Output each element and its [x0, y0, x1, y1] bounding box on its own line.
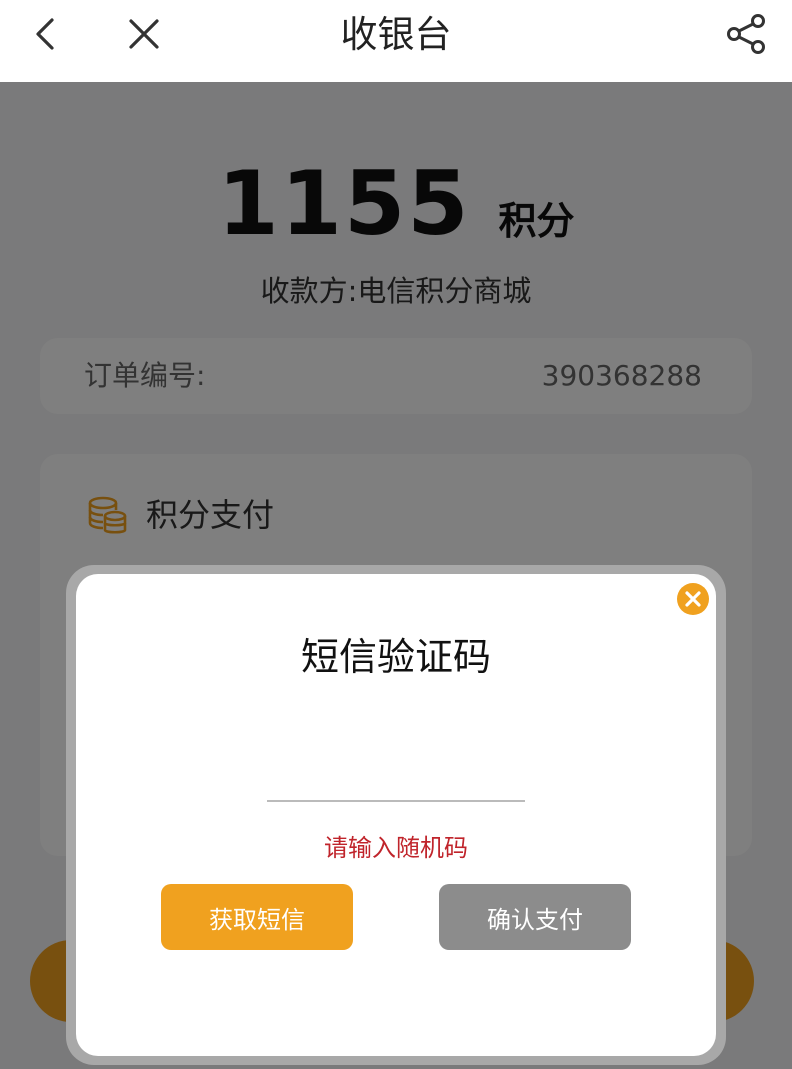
confirm-payment-button[interactable]: 确认支付 — [439, 884, 631, 950]
dialog-title: 短信验证码 — [300, 635, 491, 679]
page-title: 收银台 — [340, 13, 452, 56]
input-hint: 请输入随机码 — [324, 834, 468, 862]
close-circle-icon[interactable] — [676, 582, 710, 616]
top-bar: 收银台 — [0, 0, 792, 82]
sms-verification-dialog: 短信验证码 请输入随机码 获取短信 确认支付 — [76, 574, 716, 1056]
sms-code-input[interactable] — [267, 760, 525, 802]
share-icon[interactable] — [724, 12, 768, 56]
get-sms-button[interactable]: 获取短信 — [161, 884, 353, 950]
